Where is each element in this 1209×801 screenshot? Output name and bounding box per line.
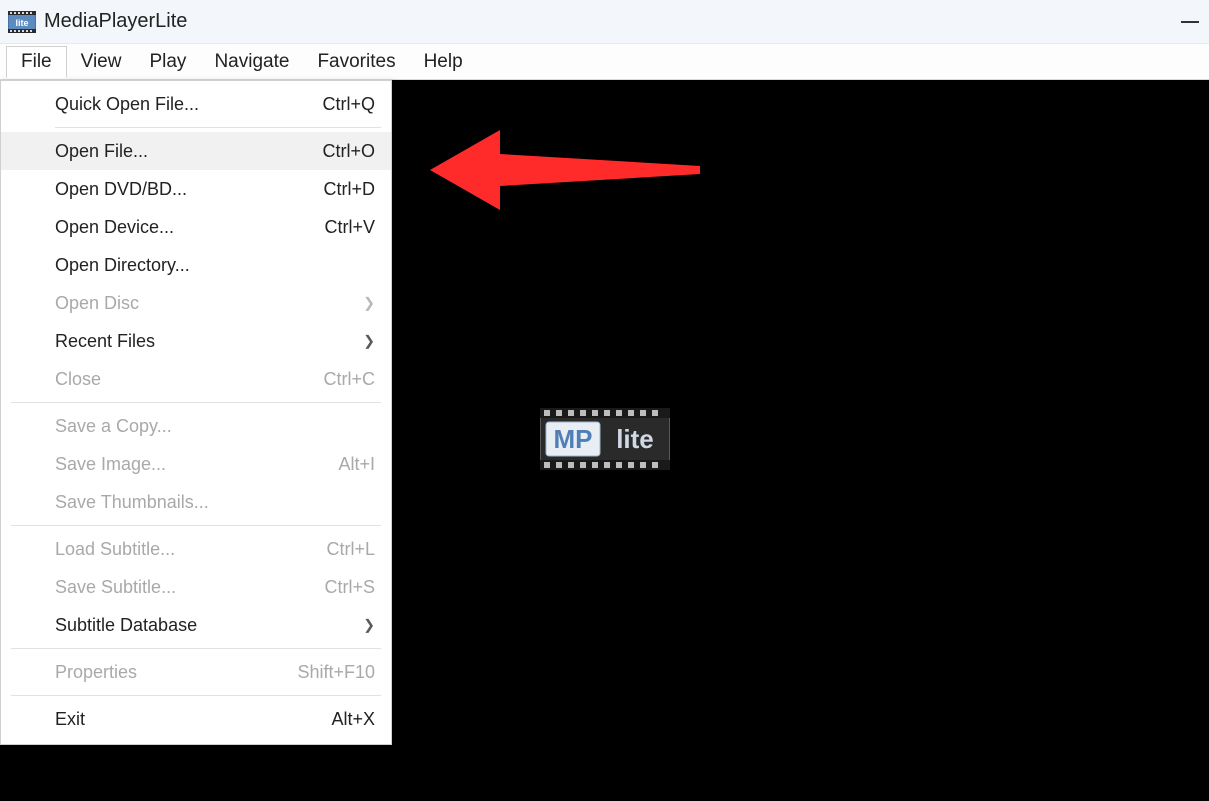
- menu-item-label: Open Directory...: [55, 255, 375, 276]
- file-menu-save-image: Save Image... Alt+I: [1, 445, 391, 483]
- chevron-right-icon: ❯: [363, 295, 375, 312]
- menu-item-label: Open Disc: [55, 293, 375, 314]
- menu-item-label: Close: [55, 369, 311, 390]
- file-menu-quick-open-file[interactable]: Quick Open File... Ctrl+Q: [1, 85, 391, 123]
- file-menu-save-thumbnails: Save Thumbnails...: [1, 483, 391, 521]
- file-menu-open-disc: Open Disc❯: [1, 284, 391, 322]
- chevron-right-icon: ❯: [363, 333, 375, 350]
- menu-item-shortcut: Ctrl+O: [322, 141, 375, 162]
- file-menu-properties: Properties Shift+F10: [1, 653, 391, 691]
- menu-favorites[interactable]: Favorites: [303, 47, 409, 77]
- menu-item-shortcut: Shift+F10: [297, 662, 375, 683]
- menu-separator: [11, 695, 381, 696]
- menu-view[interactable]: View: [67, 47, 136, 77]
- menu-item-label: Save Thumbnails...: [55, 492, 375, 513]
- menu-item-label: Open DVD/BD...: [55, 179, 311, 200]
- menu-separator: [55, 127, 381, 128]
- menu-item-label: Properties: [55, 662, 285, 683]
- menu-item-shortcut: Alt+I: [338, 454, 375, 475]
- file-menu-save-subtitle: Save Subtitle... Ctrl+S: [1, 568, 391, 606]
- file-menu-dropdown: Quick Open File... Ctrl+Q Open File... Ctrl…: [0, 80, 392, 745]
- menu-item-shortcut: Alt+X: [331, 709, 375, 730]
- minimize-button[interactable]: [1181, 21, 1199, 23]
- chevron-right-icon: ❯: [363, 617, 375, 634]
- menu-item-shortcut: Ctrl+Q: [322, 94, 375, 115]
- file-menu-save-a-copy: Save a Copy...: [1, 407, 391, 445]
- menu-item-label: Recent Files: [55, 331, 375, 352]
- window-controls: [1181, 0, 1199, 44]
- svg-text:lite: lite: [15, 18, 28, 28]
- file-menu-open-directory[interactable]: Open Directory...: [1, 246, 391, 284]
- file-menu-recent-files[interactable]: Recent Files❯: [1, 322, 391, 360]
- file-menu-open-dvd-bd[interactable]: Open DVD/BD... Ctrl+D: [1, 170, 391, 208]
- menu-item-shortcut: Ctrl+V: [324, 217, 375, 238]
- menu-item-label: Exit: [55, 709, 319, 730]
- file-menu-exit[interactable]: Exit Alt+X: [1, 700, 391, 738]
- menu-item-shortcut: Ctrl+D: [323, 179, 375, 200]
- menu-navigate[interactable]: Navigate: [200, 47, 303, 77]
- file-menu-subtitle-database[interactable]: Subtitle Database❯: [1, 606, 391, 644]
- file-menu-load-subtitle: Load Subtitle... Ctrl+L: [1, 530, 391, 568]
- menu-file[interactable]: File: [6, 46, 67, 78]
- file-menu-open-device[interactable]: Open Device... Ctrl+V: [1, 208, 391, 246]
- menu-item-label: Load Subtitle...: [55, 539, 314, 560]
- menu-help[interactable]: Help: [410, 47, 477, 77]
- logo-lite-text: lite: [616, 424, 654, 454]
- menu-item-label: Quick Open File...: [55, 94, 310, 115]
- file-menu-close: Close Ctrl+C: [1, 360, 391, 398]
- menu-separator: [11, 402, 381, 403]
- app-icon: lite: [8, 11, 36, 33]
- menu-item-label: Save Image...: [55, 454, 326, 475]
- menu-item-label: Save Subtitle...: [55, 577, 312, 598]
- file-menu-open-file[interactable]: Open File... Ctrl+O: [1, 132, 391, 170]
- menu-item-label: Subtitle Database: [55, 615, 375, 636]
- menu-item-shortcut: Ctrl+S: [324, 577, 375, 598]
- menu-item-shortcut: Ctrl+L: [326, 539, 375, 560]
- titlebar: lite MediaPlayerLite: [0, 0, 1209, 44]
- menubar: FileViewPlayNavigateFavoritesHelp: [0, 44, 1209, 80]
- logo-mp-text: MP: [553, 424, 592, 454]
- menu-item-shortcut: Ctrl+C: [323, 369, 375, 390]
- menu-play[interactable]: Play: [135, 47, 200, 77]
- video-area: Quick Open File... Ctrl+Q Open File... Ctrl…: [0, 80, 1209, 801]
- menu-separator: [11, 525, 381, 526]
- menu-item-label: Open Device...: [55, 217, 312, 238]
- menu-separator: [11, 648, 381, 649]
- annotation-arrow-icon: [420, 120, 710, 224]
- app-title: MediaPlayerLite: [44, 10, 187, 33]
- menu-item-label: Save a Copy...: [55, 416, 375, 437]
- menu-item-label: Open File...: [55, 141, 310, 162]
- player-logo: MP lite: [540, 408, 670, 474]
